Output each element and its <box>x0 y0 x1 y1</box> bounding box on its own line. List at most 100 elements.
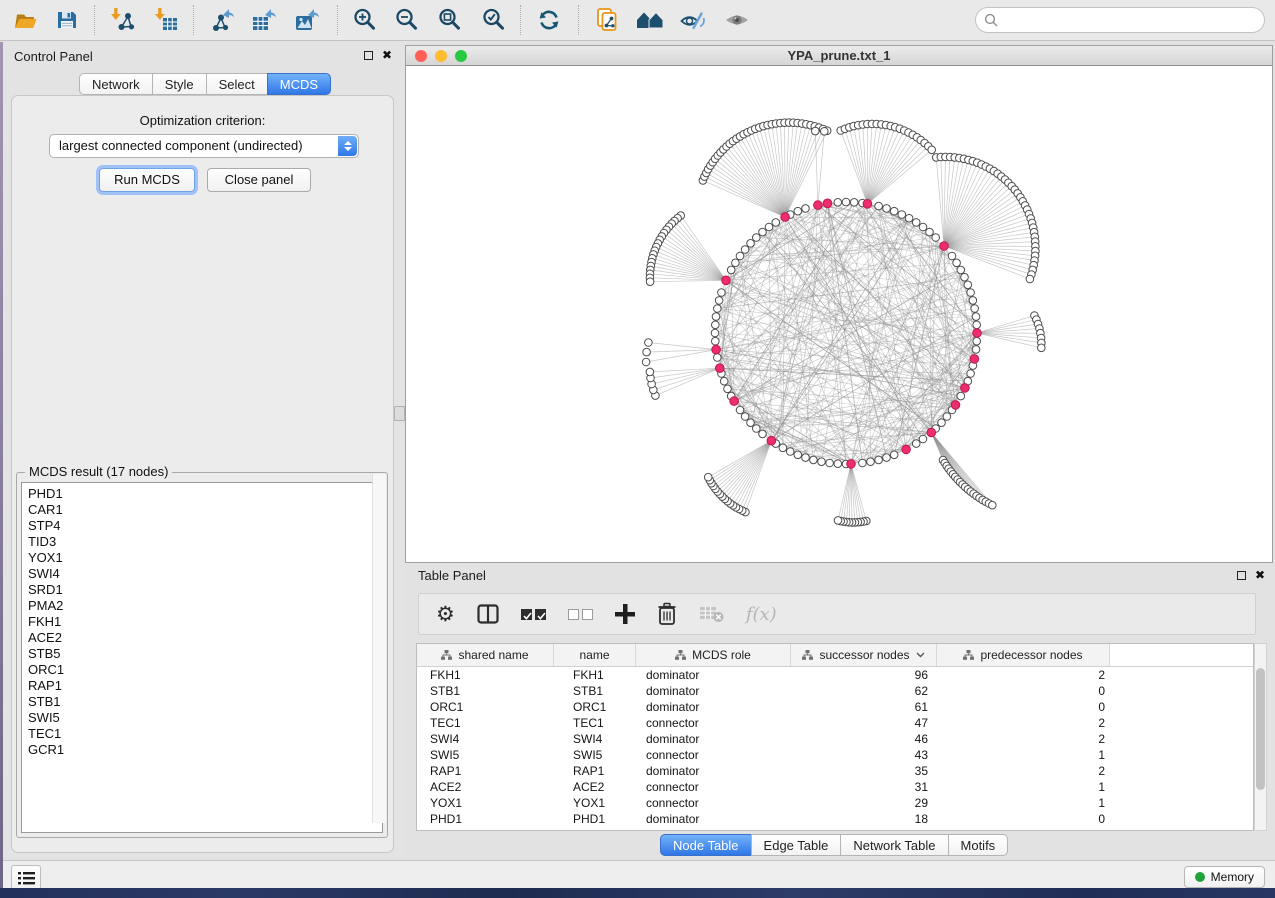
mcds-result-item[interactable]: CAR1 <box>28 502 382 518</box>
table-row[interactable]: ACE2ACE2connector311 <box>417 779 1253 795</box>
memory-button[interactable]: Memory <box>1184 866 1265 888</box>
mcds-result-item[interactable]: STB1 <box>28 694 382 710</box>
optimization-criterion-label: Optimization criterion: <box>12 113 393 128</box>
tab-edge-table[interactable]: Edge Table <box>751 834 842 856</box>
mcds-result-item[interactable]: GCR1 <box>28 742 382 758</box>
hide-selected-icon[interactable] <box>675 4 711 36</box>
table-cell: 2 <box>937 731 1110 747</box>
open-icon[interactable] <box>7 4 43 36</box>
table-row[interactable]: YOX1YOX1connector291 <box>417 795 1253 811</box>
table-cell: connector <box>636 747 791 763</box>
export-table-icon[interactable] <box>246 4 282 36</box>
show-columns-icon[interactable] <box>477 604 499 624</box>
mcds-result-item[interactable]: SRD1 <box>28 582 382 598</box>
table-cell: dominator <box>636 731 791 747</box>
first-neighbors-icon[interactable] <box>632 4 668 36</box>
search-field[interactable] <box>975 7 1265 33</box>
table-scrollbar-thumb[interactable] <box>1256 668 1265 790</box>
table-cell: SWI4 <box>417 731 554 747</box>
column-header-name[interactable]: name <box>554 644 636 666</box>
export-image-icon[interactable] <box>289 4 325 36</box>
run-mcds-button[interactable]: Run MCDS <box>99 168 195 192</box>
delete-column-icon[interactable] <box>657 602 677 626</box>
float-panel-icon[interactable] <box>1237 571 1246 580</box>
refresh-glyph <box>536 7 562 33</box>
zoom-fit-icon[interactable] <box>432 4 468 36</box>
close-panel-icon[interactable]: ✖ <box>382 50 392 60</box>
import-table-icon[interactable] <box>148 4 184 36</box>
mcds-result-item[interactable]: STB5 <box>28 646 382 662</box>
zoom-in-icon[interactable] <box>347 4 383 36</box>
tab-mcds[interactable]: MCDS <box>267 73 331 95</box>
splitter-grip[interactable] <box>394 406 405 421</box>
network-window-titlebar[interactable]: YPA_prune.txt_1 <box>405 45 1273 66</box>
mcds-result-item[interactable]: YOX1 <box>28 550 382 566</box>
table-cell-filler <box>1110 715 1253 731</box>
mcds-result-item[interactable]: SWI5 <box>28 710 382 726</box>
export-network-glyph <box>209 7 235 33</box>
optimization-criterion-select[interactable]: largest connected component (undirected) <box>49 134 359 158</box>
mcds-result-item[interactable]: ORC1 <box>28 662 382 678</box>
table-cell: PHD1 <box>554 811 636 827</box>
table-row[interactable]: ORC1ORC1dominator610 <box>417 699 1253 715</box>
tab-select[interactable]: Select <box>206 73 268 95</box>
mcds-result-list[interactable]: PHD1CAR1STP4TID3YOX1SWI4SRD1PMA2FKH1ACE2… <box>21 482 383 833</box>
tab-network[interactable]: Network <box>79 73 153 95</box>
zoom-out-icon[interactable] <box>389 4 425 36</box>
table-row[interactable]: SWI5SWI5connector431 <box>417 747 1253 763</box>
zoom-selected-glyph <box>481 7 507 33</box>
network-canvas[interactable] <box>405 66 1273 563</box>
table-cell: 0 <box>937 699 1110 715</box>
import-network-icon[interactable] <box>104 4 140 36</box>
mcds-result-item[interactable]: PHD1 <box>28 486 382 502</box>
column-header-shared-name[interactable]: shared name <box>417 644 554 666</box>
tab-node-table[interactable]: Node Table <box>660 834 752 856</box>
column-header-successor-nodes[interactable]: successor nodes <box>791 644 937 666</box>
show-all-icon[interactable] <box>719 4 755 36</box>
table-scrollbar[interactable] <box>1254 643 1267 831</box>
table-options-icon[interactable]: ⚙ <box>436 604 455 624</box>
mcds-result-item[interactable]: STP4 <box>28 518 382 534</box>
mcds-result-item[interactable]: TID3 <box>28 534 382 550</box>
save-icon[interactable] <box>49 4 85 36</box>
toolbar-separator <box>578 5 579 35</box>
desktop-background-sliver <box>0 42 3 888</box>
float-panel-icon[interactable] <box>364 51 373 60</box>
zoom-selected-icon[interactable] <box>476 4 512 36</box>
tab-style[interactable]: Style <box>152 73 207 95</box>
column-header-predecessor-nodes[interactable]: predecessor nodes <box>937 644 1110 666</box>
desktop-background-strip <box>0 888 1275 898</box>
close-panel-button[interactable]: Close panel <box>207 168 311 192</box>
column-header-mcds-role[interactable]: MCDS role <box>636 644 791 666</box>
table-row[interactable]: STB1STB1dominator620 <box>417 683 1253 699</box>
mcds-result-item[interactable]: PMA2 <box>28 598 382 614</box>
add-column-icon[interactable] <box>615 604 635 624</box>
tab-motifs[interactable]: Motifs <box>948 834 1009 856</box>
table-cell: SWI5 <box>554 747 636 763</box>
table-row[interactable]: SWI4SWI4dominator462 <box>417 731 1253 747</box>
mcds-result-item[interactable]: TEC1 <box>28 726 382 742</box>
search-input[interactable] <box>1004 12 1264 29</box>
refresh-layout-icon[interactable] <box>531 4 567 36</box>
select-all-icon[interactable] <box>521 609 546 620</box>
table-cell: 46 <box>791 731 937 747</box>
mcds-result-item[interactable]: SWI4 <box>28 566 382 582</box>
close-panel-icon[interactable]: ✖ <box>1255 570 1265 580</box>
export-network-icon[interactable] <box>204 4 240 36</box>
table-row[interactable]: FKH1FKH1dominator962 <box>417 667 1253 683</box>
toolbar-separator <box>337 5 338 35</box>
table-row[interactable]: PHD1PHD1dominator180 <box>417 811 1253 827</box>
deselect-all-icon[interactable] <box>568 609 593 620</box>
mcds-result-item[interactable]: ACE2 <box>28 630 382 646</box>
new-network-from-selection-icon[interactable] <box>589 4 625 36</box>
tab-network-table[interactable]: Network Table <box>840 834 948 856</box>
mcds-result-item[interactable]: RAP1 <box>28 678 382 694</box>
table-cell: 1 <box>937 747 1110 763</box>
table-cell: dominator <box>636 811 791 827</box>
table-row[interactable]: RAP1RAP1dominator352 <box>417 763 1253 779</box>
table-cell: ORC1 <box>417 699 554 715</box>
table-cell-filler <box>1110 667 1253 683</box>
mcds-result-item[interactable]: FKH1 <box>28 614 382 630</box>
mcds-result-scrollbar[interactable] <box>372 474 386 823</box>
table-row[interactable]: TEC1TEC1connector472 <box>417 715 1253 731</box>
